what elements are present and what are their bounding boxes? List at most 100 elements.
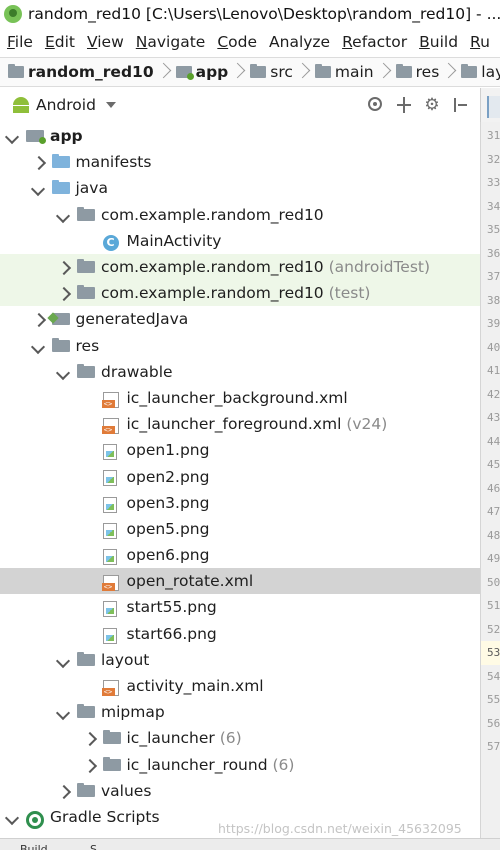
editor-tab-corner[interactable] — [480, 88, 500, 122]
chevron-right-icon[interactable] — [59, 286, 73, 300]
tree-row[interactable]: manifests — [0, 149, 480, 175]
chevron-down-icon[interactable] — [56, 707, 70, 721]
tree-row[interactable]: com.example.random_red10 (test) — [0, 280, 480, 307]
tree-row[interactable]: start55.png — [0, 594, 480, 620]
tree-node-label: open6.png — [127, 546, 210, 564]
tree-node-name: com.example.random_red10 — [101, 284, 324, 303]
breadcrumb-item-layout[interactable]: layout — [453, 61, 500, 83]
tree-row[interactable]: java — [0, 175, 480, 201]
tree-row[interactable]: open5.png — [0, 516, 480, 542]
chevron-down-icon[interactable] — [31, 183, 45, 197]
project-panel-toolbar: Android — [0, 88, 480, 122]
tree-row[interactable]: ic_launcher (6) — [0, 725, 480, 751]
tree-node-name: ic_launcher_foreground.xml — [126, 415, 342, 434]
tree-node-name: open2.png — [126, 467, 210, 486]
tree-node-label: res — [76, 337, 100, 355]
tree-node-label: start55.png — [127, 598, 217, 616]
breadcrumb-item-random_red10[interactable]: random_red10 — [0, 61, 168, 83]
tree-row[interactable]: com.example.random_red10 (androidTest) — [0, 253, 480, 281]
menu-item-view[interactable]: View — [81, 33, 130, 51]
folder-gray-icon — [77, 704, 95, 719]
folder-icon — [250, 64, 267, 78]
menu-item-navigate[interactable]: Navigate — [130, 33, 212, 51]
menu-mnemonic: C — [217, 33, 229, 51]
chevron-right-icon — [234, 61, 242, 83]
breadcrumb-label: src — [270, 63, 293, 81]
tree-row[interactable]: open1.png — [0, 437, 480, 463]
line-number: 37 — [487, 270, 500, 283]
png-file-icon — [102, 601, 117, 618]
tree-row[interactable]: open2.png — [0, 463, 480, 489]
tree-row[interactable]: open3.png — [0, 490, 480, 516]
tree-row[interactable]: ic_launcher_background.xml — [0, 385, 480, 411]
tree-node-name: open_rotate.xml — [126, 572, 254, 591]
package-icon — [77, 258, 95, 273]
res-folder-icon — [51, 337, 70, 352]
menu-item-label: avigate — [147, 33, 206, 51]
chevron-down-icon[interactable] — [56, 367, 70, 381]
tree-row[interactable]: activity_main.xml — [0, 673, 480, 699]
locate-target-icon[interactable] — [366, 95, 386, 115]
project-folder-icon — [8, 64, 24, 78]
menu-item-file[interactable]: File — [0, 33, 39, 51]
hide-panel-icon[interactable] — [450, 95, 470, 115]
menu-item-edit[interactable]: Edit — [39, 33, 81, 51]
breadcrumb-item-main[interactable]: main — [307, 61, 388, 83]
tree-row[interactable]: layout — [0, 647, 480, 673]
menu-item-label: ode — [228, 33, 258, 51]
chevron-right-icon[interactable] — [34, 155, 48, 169]
png-file-icon — [102, 549, 117, 565]
title-bar: random_red10 [C:\Users\Lenovo\Desktop\ra… — [0, 0, 500, 28]
tree-row[interactable]: C MainActivity — [0, 228, 480, 254]
menu-item-label: dit — [54, 33, 75, 51]
chevron-down-icon[interactable] — [56, 210, 70, 224]
line-number: 55 — [487, 693, 500, 706]
project-view-selector[interactable]: Android — [36, 96, 96, 114]
chevron-down-icon[interactable] — [56, 655, 70, 669]
line-number: 57 — [487, 740, 500, 753]
png-file-icon — [102, 522, 117, 539]
tree-node-label: open1.png — [127, 441, 210, 459]
tree-row[interactable]: ic_launcher_round (6) — [0, 752, 480, 778]
tool-tab-build[interactable]: Build — [20, 843, 48, 850]
breadcrumb-item-res[interactable]: res — [388, 61, 454, 83]
chevron-down-icon[interactable] — [5, 131, 19, 145]
breadcrumb: random_red10 app src main res layout — [0, 57, 500, 87]
tree-row[interactable]: mipmap — [0, 699, 480, 725]
tool-tab-s[interactable]: S — [90, 843, 97, 850]
menu-item-ru[interactable]: Ru — [464, 33, 496, 51]
tree-row[interactable]: open_rotate.xml — [0, 568, 480, 595]
folder-blue-icon — [51, 180, 70, 195]
tree-row[interactable]: ic_launcher_foreground.xml (v24) — [0, 411, 480, 437]
tree-row[interactable]: app — [0, 123, 480, 149]
gear-icon[interactable] — [422, 95, 442, 115]
tree-row[interactable]: drawable — [0, 359, 480, 385]
tree-node-name: MainActivity — [126, 231, 222, 250]
tree-row[interactable]: values — [0, 778, 480, 804]
menu-item-refactor[interactable]: Refactor — [336, 33, 413, 51]
chevron-right-icon[interactable] — [34, 312, 48, 326]
bottom-tool-tabs: Build S — [0, 838, 500, 850]
chevron-down-icon[interactable] — [105, 102, 116, 108]
tree-row[interactable]: open6.png — [0, 542, 480, 568]
tree-row[interactable]: generatedJava — [0, 306, 480, 332]
breadcrumb-item-src[interactable]: src — [242, 61, 307, 83]
tree-row[interactable]: com.example.random_red10 — [0, 202, 480, 228]
breadcrumb-item-app[interactable]: app — [168, 61, 243, 83]
chevron-down-icon[interactable] — [31, 341, 45, 355]
tree-node-label: com.example.random_red10 — [101, 206, 324, 224]
menu-item-code[interactable]: Code — [211, 33, 263, 51]
menu-item-build[interactable]: Build — [413, 33, 464, 51]
collapse-all-icon[interactable] — [394, 95, 414, 115]
chevron-down-icon[interactable] — [5, 812, 19, 826]
chevron-right-icon[interactable] — [59, 260, 73, 274]
tree-node-label: start66.png — [127, 625, 217, 643]
chevron-right-icon[interactable] — [59, 784, 73, 798]
tree-node-label: open5.png — [127, 520, 210, 538]
tree-row[interactable]: res — [0, 333, 480, 359]
tree-node-name: com.example.random_red10 — [101, 258, 324, 277]
tree-row[interactable]: start66.png — [0, 621, 480, 647]
menu-item-analyze[interactable]: Analyze — [263, 33, 336, 51]
chevron-right-icon[interactable] — [85, 758, 99, 772]
chevron-right-icon[interactable] — [85, 731, 99, 745]
